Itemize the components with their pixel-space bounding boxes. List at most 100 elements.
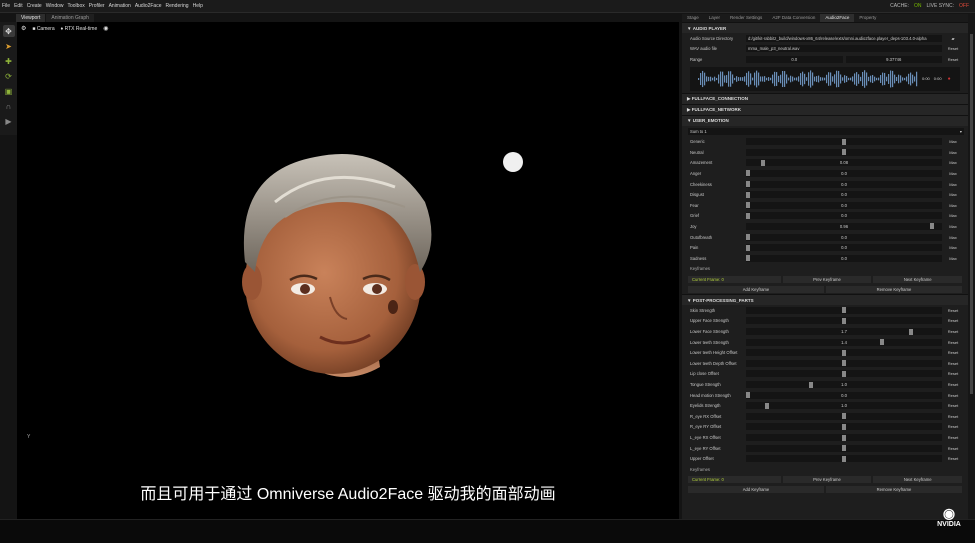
post-button[interactable]: Reset [942, 318, 964, 323]
emotion-slider[interactable]: 0.0 [746, 212, 942, 220]
post-slider-handle[interactable] [809, 381, 814, 388]
menu-edit[interactable]: Edit [12, 3, 25, 9]
post-slider[interactable] [746, 317, 942, 325]
post-slider-handle[interactable] [880, 339, 885, 346]
emotion-prev-keyframe-button[interactable]: Prev Keyframe [782, 275, 872, 283]
select-tool-icon[interactable]: ✥ [2, 25, 15, 37]
emotion-slider[interactable]: 0.0 [746, 233, 942, 241]
emotion-button[interactable]: Max [942, 203, 964, 208]
pointer-tool-icon[interactable]: ➤ [3, 40, 15, 52]
post-slider[interactable] [746, 423, 942, 431]
post-button[interactable]: Reset [942, 424, 964, 429]
post-slider-handle[interactable] [842, 360, 846, 367]
emotion-button[interactable]: Max [942, 182, 964, 187]
emotion-slider[interactable]: 0.0 [746, 180, 942, 188]
emotion-button[interactable]: Max [942, 139, 964, 144]
emotion-slider-handle[interactable] [761, 159, 766, 166]
emotion-next-keyframe-button[interactable]: Next Keyframe [873, 275, 963, 283]
post-next-keyframe-button[interactable]: Next Keyframe [873, 476, 963, 484]
emotion-add-keyframe-button[interactable]: Add Keyframe [688, 285, 824, 293]
tab-stage[interactable]: Stage [682, 14, 704, 22]
rotate-tool-icon[interactable]: ⟳ [3, 70, 15, 82]
post-slider-handle[interactable] [842, 445, 846, 452]
post-button[interactable]: Reset [942, 329, 964, 334]
emotion-button[interactable]: Max [942, 160, 964, 165]
post-slider-handle[interactable] [842, 434, 846, 441]
post-slider[interactable] [746, 359, 942, 367]
section-user-emotion[interactable]: ▼ USER_EMOTION [682, 114, 968, 126]
post-slider-handle[interactable] [842, 455, 846, 462]
emotion-button[interactable]: Max [942, 235, 964, 240]
emotion-slider-handle[interactable] [842, 149, 846, 156]
tab-property[interactable]: Property [854, 14, 881, 22]
emotion-slider[interactable]: 0.08 [746, 159, 942, 167]
range-reset-button[interactable]: Reset [942, 57, 964, 62]
rtx-button[interactable]: ♦ RTX Real-time [61, 26, 98, 32]
section-fullface-connection[interactable]: ▶ FULLFACE_CONNECTION [682, 92, 968, 104]
emotion-remove-keyframe-button[interactable]: Remove Keyframe [826, 285, 962, 293]
settings-icon[interactable]: ⚙ [21, 25, 26, 32]
emotion-slider-handle[interactable] [746, 191, 750, 198]
post-button[interactable]: Reset [942, 340, 964, 345]
emotion-button[interactable]: Max [942, 245, 964, 250]
emotion-slider[interactable] [746, 148, 942, 156]
post-button[interactable]: Reset [942, 393, 964, 398]
play-tool-icon[interactable]: ▶ [3, 115, 15, 127]
post-slider-handle[interactable] [842, 423, 846, 430]
post-button[interactable]: Reset [942, 308, 964, 313]
post-slider[interactable] [746, 370, 942, 378]
folder-icon[interactable]: ▰ [942, 36, 964, 41]
audio-source-field[interactable]: d:/git/kit-rabbitz_build/windows-x86_64/… [746, 34, 942, 42]
menu-help[interactable]: Help [191, 3, 205, 9]
scale-tool-icon[interactable]: ▣ [3, 85, 15, 97]
emotion-slider[interactable]: 0.0 [746, 169, 942, 177]
menu-file[interactable]: File [0, 3, 12, 9]
post-slider-handle[interactable] [746, 392, 750, 399]
wav-file-select[interactable]: mma_male_p3_neutral.wav [746, 45, 942, 53]
tab-layer[interactable]: Layer [704, 14, 725, 22]
emotion-button[interactable]: Max [942, 213, 964, 218]
menu-audio2face[interactable]: Audio2Face [133, 3, 164, 9]
post-button[interactable]: Reset [942, 414, 964, 419]
emotion-button[interactable]: Max [942, 256, 964, 261]
post-slider-handle[interactable] [842, 307, 846, 314]
record-icon[interactable]: ● [948, 76, 951, 82]
tab-viewport[interactable]: Viewport [16, 14, 46, 22]
audio-waveform[interactable]: 0:00 0:00 ● [690, 66, 960, 91]
menu-window[interactable]: Window [44, 3, 66, 9]
eye-icon[interactable]: ◉ [103, 25, 108, 32]
tab-render-settings[interactable]: Render Settings [725, 14, 767, 22]
snap-tool-icon[interactable]: ∩ [3, 100, 15, 112]
post-slider[interactable] [746, 412, 942, 420]
post-button[interactable]: Reset [942, 371, 964, 376]
post-remove-keyframe-button[interactable]: Remove Keyframe [826, 486, 962, 494]
tab-animation-graph[interactable]: Animation Graph [46, 14, 94, 22]
post-prev-keyframe-button[interactable]: Prev Keyframe [782, 476, 872, 484]
emotion-slider[interactable]: 0.96 [746, 222, 942, 230]
post-slider[interactable] [746, 455, 942, 463]
emotion-slider-handle[interactable] [842, 138, 846, 145]
post-slider-handle[interactable] [842, 370, 846, 377]
post-slider[interactable] [746, 306, 942, 314]
post-slider[interactable]: 1.0 [746, 402, 942, 410]
post-slider[interactable]: 0.0 [746, 391, 942, 399]
emotion-mode-select[interactable]: Sum to 1 ▾ [688, 127, 964, 135]
post-slider[interactable] [746, 434, 942, 442]
menu-toolbox[interactable]: Toolbox [66, 3, 87, 9]
post-slider-handle[interactable] [909, 328, 914, 335]
wav-reset-button[interactable]: Reset [942, 46, 964, 51]
post-slider-handle[interactable] [842, 317, 846, 324]
menu-profiler[interactable]: Profiler [87, 3, 107, 9]
section-audio-player[interactable]: ▼ AUDIO PLAYER [682, 22, 968, 33]
post-slider-handle[interactable] [842, 349, 846, 356]
emotion-slider-handle[interactable] [930, 223, 935, 230]
range-start-field[interactable]: 0.0 [746, 55, 843, 63]
emotion-slider[interactable]: 0.0 [746, 201, 942, 209]
emotion-button[interactable]: Max [942, 224, 964, 229]
section-fullface-network[interactable]: ▶ FULLFACE_NETWORK [682, 103, 968, 115]
emotion-slider-handle[interactable] [746, 255, 750, 262]
emotion-slider[interactable]: 0.0 [746, 191, 942, 199]
tab-audio2face[interactable]: Audio2Face [820, 14, 855, 22]
menu-animation[interactable]: Animation [107, 3, 133, 9]
section-post-processing[interactable]: ▼ POST-PROCESSING_PARTS [682, 294, 968, 306]
